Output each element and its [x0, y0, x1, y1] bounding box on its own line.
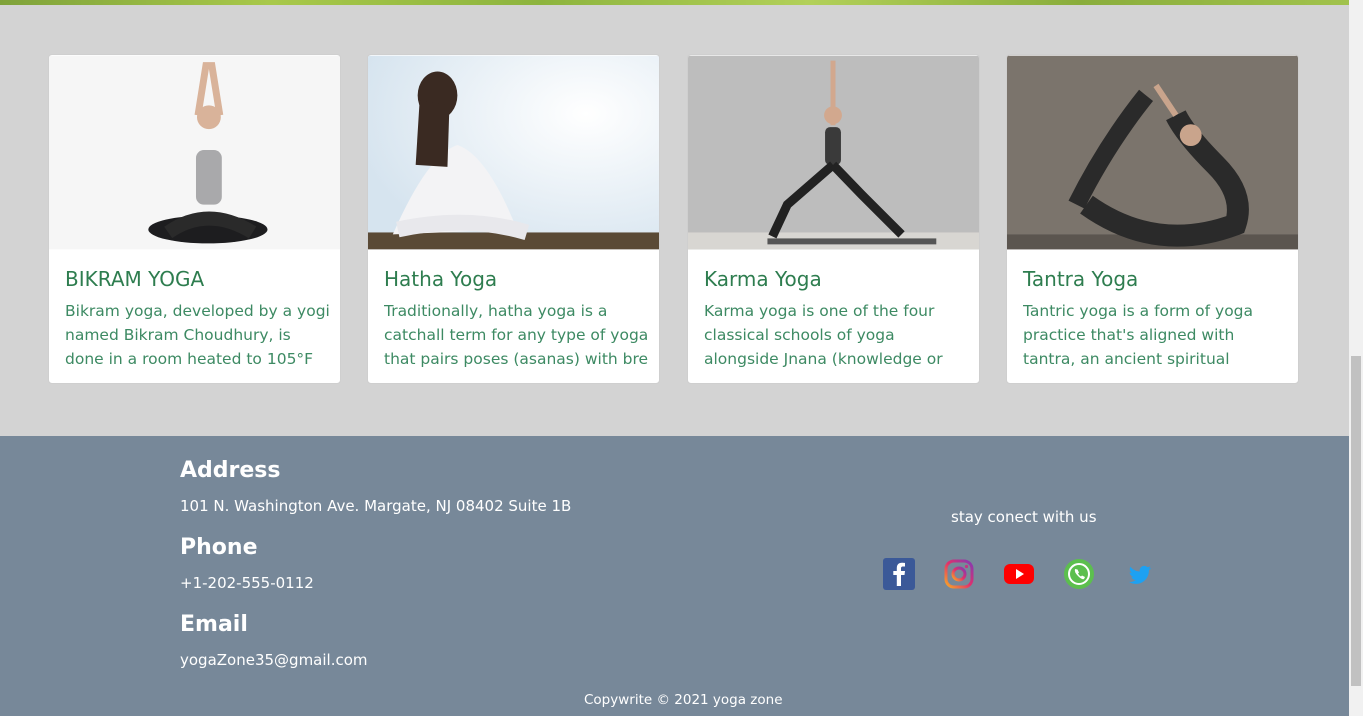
page-scrollbar[interactable]	[1349, 0, 1363, 716]
card-description: Bikram yoga, developed by a yogi named B…	[65, 302, 330, 368]
instagram-icon[interactable]	[943, 558, 975, 590]
card-title: Karma Yoga	[704, 267, 822, 291]
site-footer: Address 101 N. Washington Ave. Margate, …	[0, 436, 1349, 716]
facebook-icon[interactable]	[883, 558, 915, 590]
hatha-yoga-image	[368, 55, 659, 250]
twitter-icon[interactable]	[1124, 558, 1156, 590]
karma-yoga-image	[688, 55, 979, 250]
yoga-cards-section: BIKRAM YOGA Bikram yoga, developed by a …	[0, 5, 1349, 436]
card-description: Karma yoga is one of the four classical …	[704, 302, 943, 368]
address-text: 101 N. Washington Ave. Margate, NJ 08402…	[180, 497, 572, 515]
stay-connected-text: stay conect with us	[951, 508, 1097, 526]
card-title: Hatha Yoga	[384, 267, 498, 291]
phone-text: +1-202-555-0112	[180, 574, 314, 592]
card-description: Tantric yoga is a form of yoga practice …	[1023, 302, 1254, 368]
scrollbar-thumb[interactable]	[1351, 356, 1361, 686]
card-bikram-yoga[interactable]: BIKRAM YOGA Bikram yoga, developed by a …	[48, 54, 341, 384]
card-hatha-yoga[interactable]: Hatha Yoga Traditionally, hatha yoga is …	[367, 54, 660, 384]
bikram-yoga-image	[49, 55, 340, 250]
email-text: yogaZone35@gmail.com	[180, 651, 368, 669]
card-karma-yoga[interactable]: Karma Yoga Karma yoga is one of the four…	[687, 54, 980, 384]
youtube-icon[interactable]	[1003, 558, 1035, 590]
tantra-yoga-image	[1007, 55, 1298, 250]
card-description: Traditionally, hatha yoga is a catchall …	[384, 302, 649, 368]
phone-heading: Phone	[180, 535, 258, 560]
whatsapp-icon[interactable]	[1063, 558, 1095, 590]
card-title: BIKRAM YOGA	[65, 267, 205, 291]
card-tantra-yoga[interactable]: Tantra Yoga Tantric yoga is a form of yo…	[1006, 54, 1299, 384]
card-title: Tantra Yoga	[1023, 267, 1139, 291]
copyright-text: Copywrite © 2021 yoga zone	[584, 692, 783, 708]
email-heading: Email	[180, 612, 248, 637]
address-heading: Address	[180, 458, 281, 483]
